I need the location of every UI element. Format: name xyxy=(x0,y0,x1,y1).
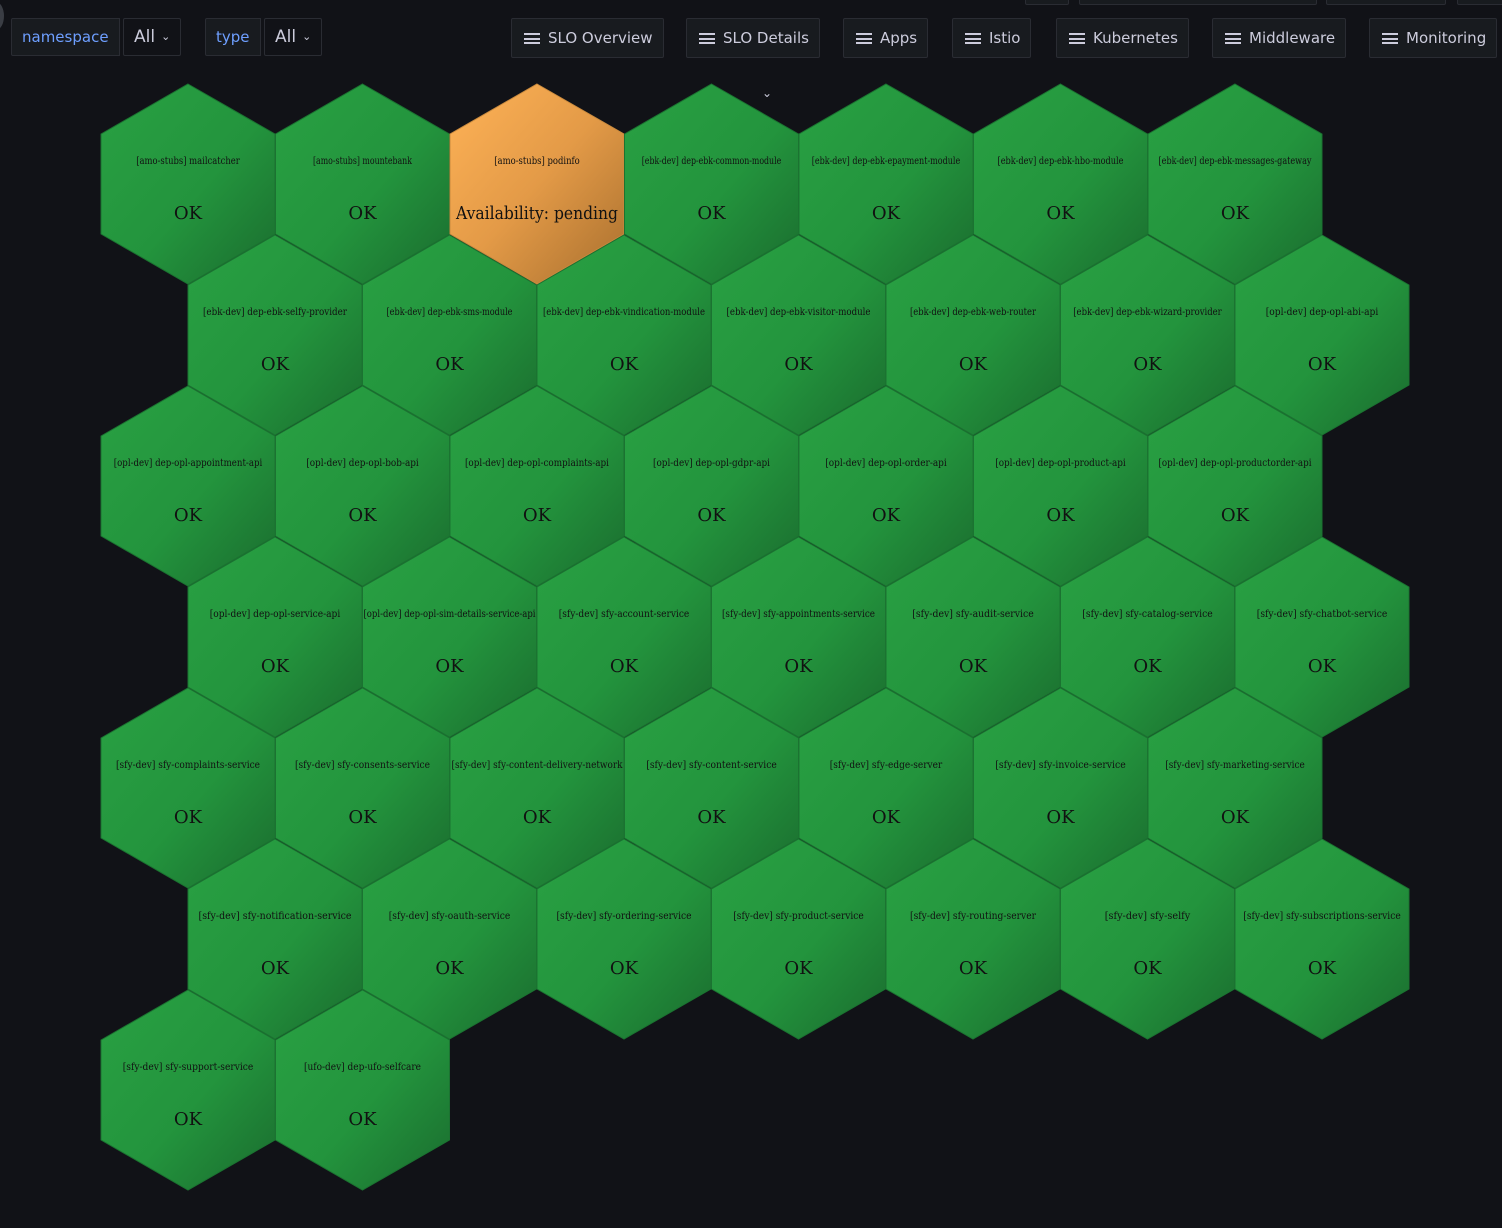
hexagon-name: [opl-dev] dep-opl-sim-details-service-ap… xyxy=(364,609,536,620)
hexagon-name: [sfy-dev] sfy-support-service xyxy=(123,1062,254,1073)
hexagon-name: [opl-dev] dep-opl-productorder-api xyxy=(1159,458,1312,469)
hexagon-status: OK xyxy=(1221,203,1250,224)
hexagon-status: OK xyxy=(435,656,464,677)
hexagon-status: OK xyxy=(1133,958,1162,979)
hexagon-status: OK xyxy=(784,958,813,979)
hexagon-name: [sfy-dev] sfy-product-service xyxy=(733,911,864,922)
hexagon-name: [opl-dev] dep-opl-product-api xyxy=(995,458,1126,469)
hexagon-status: OK xyxy=(1308,958,1337,979)
hexagon-status: OK xyxy=(348,203,377,224)
hexagon-status: OK xyxy=(174,807,203,828)
hexagon-status: OK xyxy=(435,354,464,375)
hexagon-name: [amo-stubs] mountebank xyxy=(313,156,413,167)
hexagon-name: [sfy-dev] sfy-chatbot-service xyxy=(1257,609,1388,620)
hexagon-name: [opl-dev] dep-opl-gdpr-api xyxy=(653,458,770,469)
hexagon-name: [sfy-dev] sfy-marketing-service xyxy=(1165,760,1305,771)
hexagon-status: OK xyxy=(1046,505,1075,526)
hexagon-status: OK xyxy=(610,656,639,677)
hexagon-name: [sfy-dev] sfy-routing-server xyxy=(910,911,1036,922)
hexagon-status: OK xyxy=(1308,354,1337,375)
hexagon-status: Availability: pending xyxy=(455,203,618,224)
hexagon-name: [ebk-dev] dep-ebk-web-router xyxy=(910,307,1036,318)
hexagon-name: [opl-dev] dep-opl-service-api xyxy=(210,609,341,620)
hexagon-name: [opl-dev] dep-opl-order-api xyxy=(825,458,947,469)
hexagon-status: OK xyxy=(261,958,290,979)
hexagon-name: [ebk-dev] dep-ebk-visitor-module xyxy=(727,307,871,318)
hexagon-status: OK xyxy=(174,1109,203,1130)
hexagon-name: [sfy-dev] sfy-oauth-service xyxy=(389,911,511,922)
hexagon-name: [amo-stubs] mailcatcher xyxy=(136,156,240,167)
hexagon-status: OK xyxy=(697,203,726,224)
hexagon-name: [sfy-dev] sfy-audit-service xyxy=(912,609,1034,620)
hexagon-status: OK xyxy=(348,1109,377,1130)
hexagon-status: OK xyxy=(872,203,901,224)
hexagon-name: [ebk-dev] dep-ebk-selfy-provider xyxy=(203,307,347,318)
hexagon-status: OK xyxy=(348,505,377,526)
hexagon-status: OK xyxy=(174,505,203,526)
hexagon-name: [ebk-dev] dep-ebk-wizard-provider xyxy=(1073,307,1222,318)
hexagon-status: OK xyxy=(261,354,290,375)
hexagon-name: [ufo-dev] dep-ufo-selfcare xyxy=(304,1062,421,1073)
hexagon-name: [opl-dev] dep-opl-bob-api xyxy=(306,458,419,469)
hexagon-status: OK xyxy=(610,958,639,979)
hexagon-status: OK xyxy=(1133,656,1162,677)
hexagon-name: [sfy-dev] sfy-account-service xyxy=(559,609,690,620)
hexagon-name: [sfy-dev] sfy-content-service xyxy=(646,760,777,771)
hexagon-status: OK xyxy=(697,505,726,526)
hexagon-name: [ebk-dev] dep-ebk-common-module xyxy=(642,156,782,167)
hexagon-status: OK xyxy=(1221,807,1250,828)
hexagon-name: [sfy-dev] sfy-subscriptions-service xyxy=(1243,911,1401,922)
hexagon-status: OK xyxy=(435,958,464,979)
hexagon-name: [ebk-dev] dep-ebk-messages-gateway xyxy=(1159,156,1312,167)
hexagon-status: OK xyxy=(1221,505,1250,526)
hexagon-name: [sfy-dev] sfy-catalog-service xyxy=(1082,609,1213,620)
hexagon-status: OK xyxy=(1308,656,1337,677)
hexagon-status: OK xyxy=(784,656,813,677)
hexagon-status: OK xyxy=(1046,203,1075,224)
hexagon-status: OK xyxy=(872,807,901,828)
hexagon-name: [sfy-dev] sfy-notification-service xyxy=(199,911,352,922)
hexagon-status: OK xyxy=(959,354,988,375)
hexagon-name: [ebk-dev] dep-ebk-vindication-module xyxy=(543,307,705,318)
hexagon-name: [ebk-dev] dep-ebk-sms-module xyxy=(387,307,513,318)
hexagon-name: [ebk-dev] dep-ebk-epayment-module xyxy=(812,156,961,167)
hexagon-name: [ebk-dev] dep-ebk-hbo-module xyxy=(998,156,1124,167)
hexagon-status: OK xyxy=(610,354,639,375)
hexagon-name: [opl-dev] dep-opl-abi-api xyxy=(1266,307,1379,318)
hexagon-name: [sfy-dev] sfy-content-delivery-network xyxy=(452,760,624,771)
hexagon-status: OK xyxy=(697,807,726,828)
hexagon-status: OK xyxy=(1133,354,1162,375)
hexagon-name: [amo-stubs] podinfo xyxy=(494,156,580,167)
hexagon-status: OK xyxy=(261,656,290,677)
hexagon-name: [sfy-dev] sfy-edge-server xyxy=(830,760,943,771)
hexagon-name: [sfy-dev] sfy-ordering-service xyxy=(557,911,692,922)
hexagon-status: OK xyxy=(872,505,901,526)
hexagon-status: OK xyxy=(959,958,988,979)
hexagon-name: [sfy-dev] sfy-invoice-service xyxy=(995,760,1126,771)
hexmap-panel: [amo-stubs] mailcatcher OK [amo-stubs] mou… xyxy=(100,83,1410,1191)
hexagon-name: [sfy-dev] sfy-selfy xyxy=(1105,911,1191,922)
hexagon-status: OK xyxy=(174,203,203,224)
hexagon-status: OK xyxy=(784,354,813,375)
hexagon-name: [opl-dev] dep-opl-complaints-api xyxy=(465,458,609,469)
hexagon-status: OK xyxy=(523,807,552,828)
hexagon-status: OK xyxy=(959,656,988,677)
hexagon-name: [sfy-dev] sfy-consents-service xyxy=(295,760,430,771)
hexagon-status: OK xyxy=(348,807,377,828)
hexagon-status: OK xyxy=(1046,807,1075,828)
hexagon-name: [sfy-dev] sfy-appointments-service xyxy=(722,609,875,620)
hexagon-name: [opl-dev] dep-opl-appointment-api xyxy=(114,458,263,469)
hexagon-name: [sfy-dev] sfy-complaints-service xyxy=(116,760,260,771)
hexagon-status: OK xyxy=(523,505,552,526)
